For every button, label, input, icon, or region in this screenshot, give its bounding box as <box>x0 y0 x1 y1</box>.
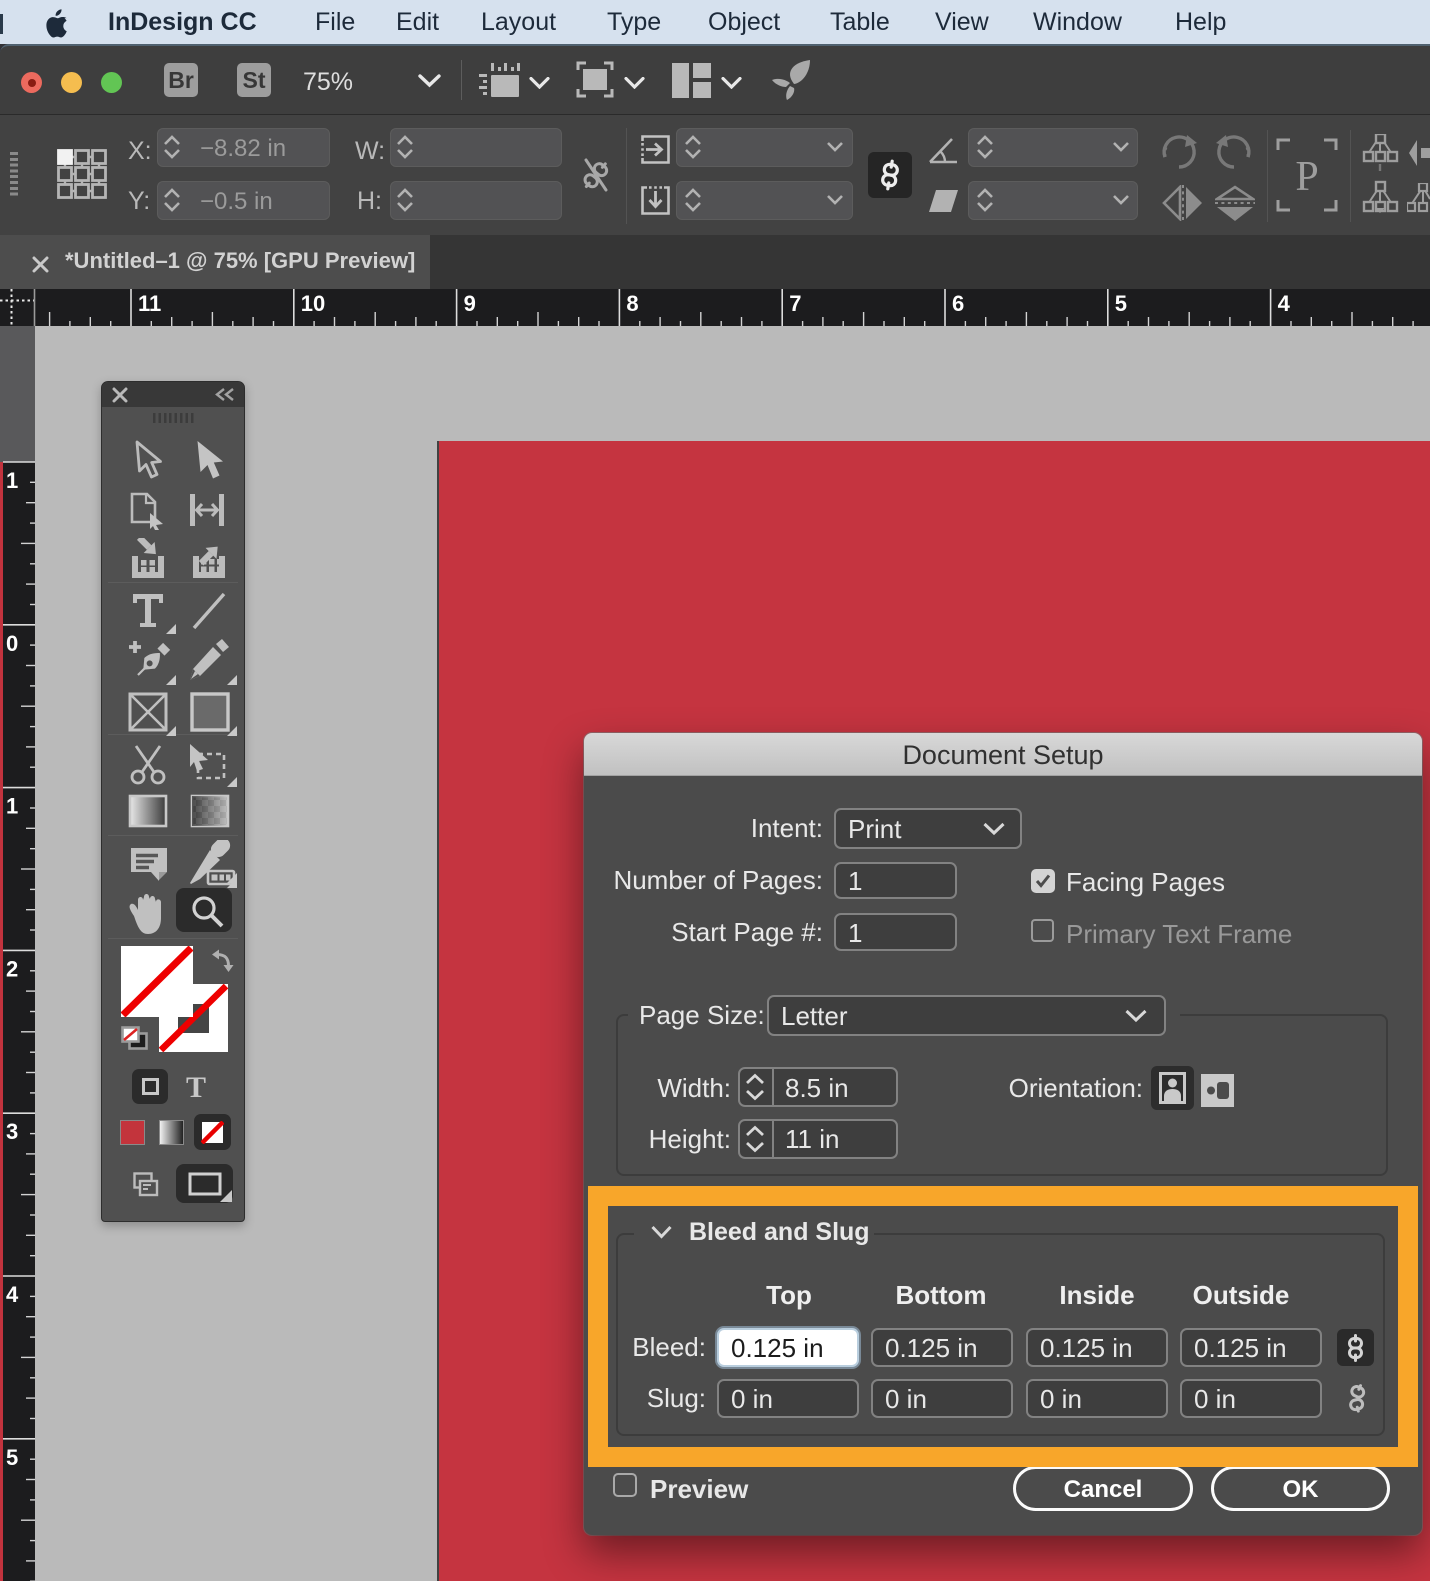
svg-text:11: 11 <box>138 291 161 316</box>
svg-text:4: 4 <box>1278 291 1291 316</box>
svg-text:10: 10 <box>301 291 325 316</box>
svg-text:4: 4 <box>6 1282 19 1307</box>
svg-text:2: 2 <box>6 956 18 981</box>
svg-text:1: 1 <box>6 468 18 493</box>
svg-text:1: 1 <box>6 794 18 819</box>
svg-text:9: 9 <box>464 291 476 316</box>
svg-text:8: 8 <box>626 291 638 316</box>
svg-text:7: 7 <box>789 291 801 316</box>
svg-text:5: 5 <box>6 1445 18 1470</box>
svg-text:5: 5 <box>1115 291 1127 316</box>
svg-text:6: 6 <box>952 291 964 316</box>
svg-text:3: 3 <box>6 1119 18 1144</box>
svg-text:0: 0 <box>6 631 18 656</box>
svg-text:P: P <box>1295 154 1318 200</box>
